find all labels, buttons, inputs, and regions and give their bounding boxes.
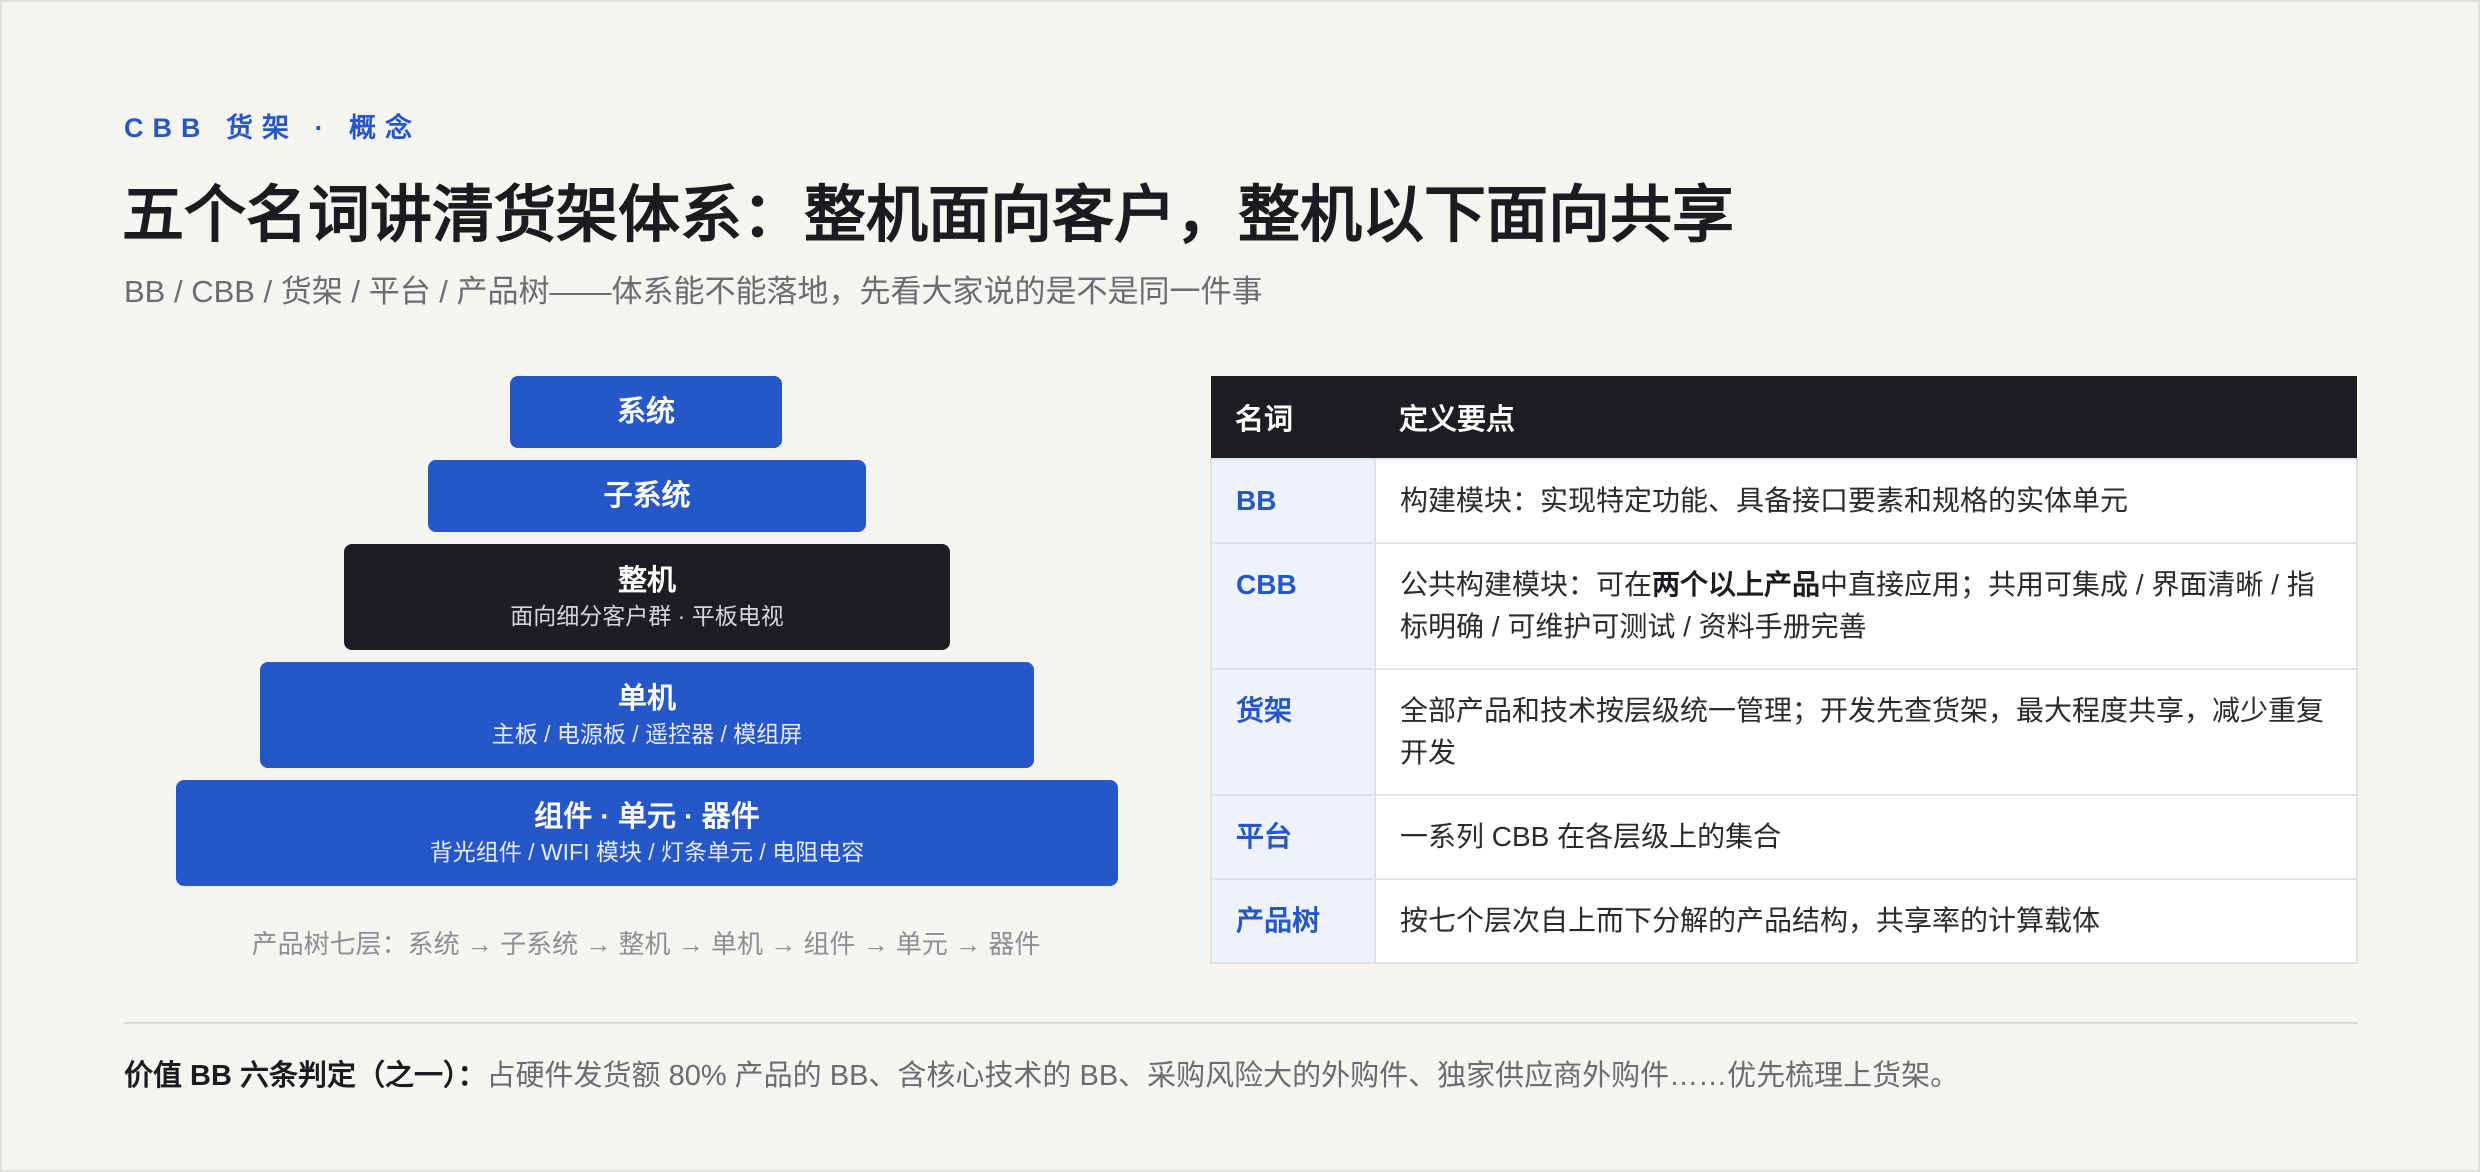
column-header-term: 名词 [1211,376,1375,459]
definition-cell: 一系列 CBB 在各层级上的集合 [1374,794,2358,880]
table-row: 货架 全部产品和技术按层级统一管理；开发先查货架，最大程度共享，减少重复开发 [1210,668,2358,796]
table-row: CBB 公共构建模块：可在两个以上产品中直接应用；共用可集成 / 界面清晰 / … [1210,542,2358,670]
table-row: 平台 一系列 CBB 在各层级上的集合 [1210,794,2358,880]
pyramid-tier-system: 系统 [510,376,782,448]
definitions-table: 名词 定义要点 BB 构建模块：实现特定功能、具备接口要素和规格的实体单元 CB… [1210,376,2358,964]
pyramid-caption: 产品树七层：系统 → 子系统 → 整机 → 单机 → 组件 → 单元 → 器件 [251,929,1041,959]
definition-cell: 按七个层次自上而下分解的产品结构，共享率的计算载体 [1374,878,2358,964]
table-row: 产品树 按七个层次自上而下分解的产品结构，共享率的计算载体 [1210,878,2358,964]
page-title: 五个名词讲清货架体系：整机面向客户，整机以下面向共享 [122,181,1735,250]
eyebrow-label: CBB 货架 · 概念 [124,113,421,143]
term-cell: 产品树 [1210,878,1376,964]
column-header-definition: 定义要点 [1375,376,2357,459]
footer-lead: 价值 BB 六条判定（之一）： [124,1060,487,1092]
tier-name: 子系统 [603,480,691,512]
term-cell: CBB [1210,542,1376,670]
tier-name: 单机 [617,683,676,715]
tier-name: 整机 [617,565,676,597]
table-header-row: 名词 定义要点 [1211,376,2357,459]
tier-name: 系统 [616,396,675,428]
definition-emphasis: 两个以上产品 [1652,569,1821,600]
definition-text: 全部产品和技术按层级统一管理；开发先查货架，最大程度共享，减少重复开发 [1400,695,2325,768]
tier-desc: 面向细分客户群 · 平板电视 [510,603,784,629]
page-subtitle: BB / CBB / 货架 / 平台 / 产品树——体系能不能落地，先看大家说的… [124,274,1263,309]
tier-desc: 背光组件 / WIFI 模块 / 灯条单元 / 电阻电容 [429,839,865,865]
divider [124,1022,2358,1024]
definition-text: 公共构建模块：可在 [1400,569,1653,600]
term-cell: 货架 [1210,668,1376,796]
pyramid-tier-unit: 单机 主板 / 电源板 / 遥控器 / 模组屏 [260,662,1034,768]
table-row: BB 构建模块：实现特定功能、具备接口要素和规格的实体单元 [1210,458,2358,544]
pyramid-tier-machine: 整机 面向细分客户群 · 平板电视 [344,544,950,650]
definition-text: 一系列 CBB 在各层级上的集合 [1400,821,1782,852]
term-cell: 平台 [1210,794,1376,880]
pyramid-tier-subsystem: 子系统 [428,460,866,532]
term-cell: BB [1210,458,1376,544]
definition-text: 按七个层次自上而下分解的产品结构，共享率的计算载体 [1400,905,2101,936]
definition-cell: 公共构建模块：可在两个以上产品中直接应用；共用可集成 / 界面清晰 / 指标明确… [1374,542,2358,670]
footer-note: 价值 BB 六条判定（之一）：占硬件发货额 80% 产品的 BB、含核心技术的 … [124,1052,1959,1094]
definition-cell: 构建模块：实现特定功能、具备接口要素和规格的实体单元 [1374,458,2358,544]
footer-text: 占硬件发货额 80% 产品的 BB、含核心技术的 BB、采购风险大的外购件、独家… [486,1060,1960,1092]
slide: CBB 货架 · 概念 五个名词讲清货架体系：整机面向客户，整机以下面向共享 B… [0,0,2480,1172]
tier-desc: 主板 / 电源板 / 遥控器 / 模组屏 [491,721,803,747]
pyramid-tier-component: 组件 · 单元 · 器件 背光组件 / WIFI 模块 / 灯条单元 / 电阻电… [176,780,1118,886]
definition-text: 构建模块：实现特定功能、具备接口要素和规格的实体单元 [1400,485,2129,516]
definition-cell: 全部产品和技术按层级统一管理；开发先查货架，最大程度共享，减少重复开发 [1374,668,2358,796]
tier-name: 组件 · 单元 · 器件 [534,801,760,833]
